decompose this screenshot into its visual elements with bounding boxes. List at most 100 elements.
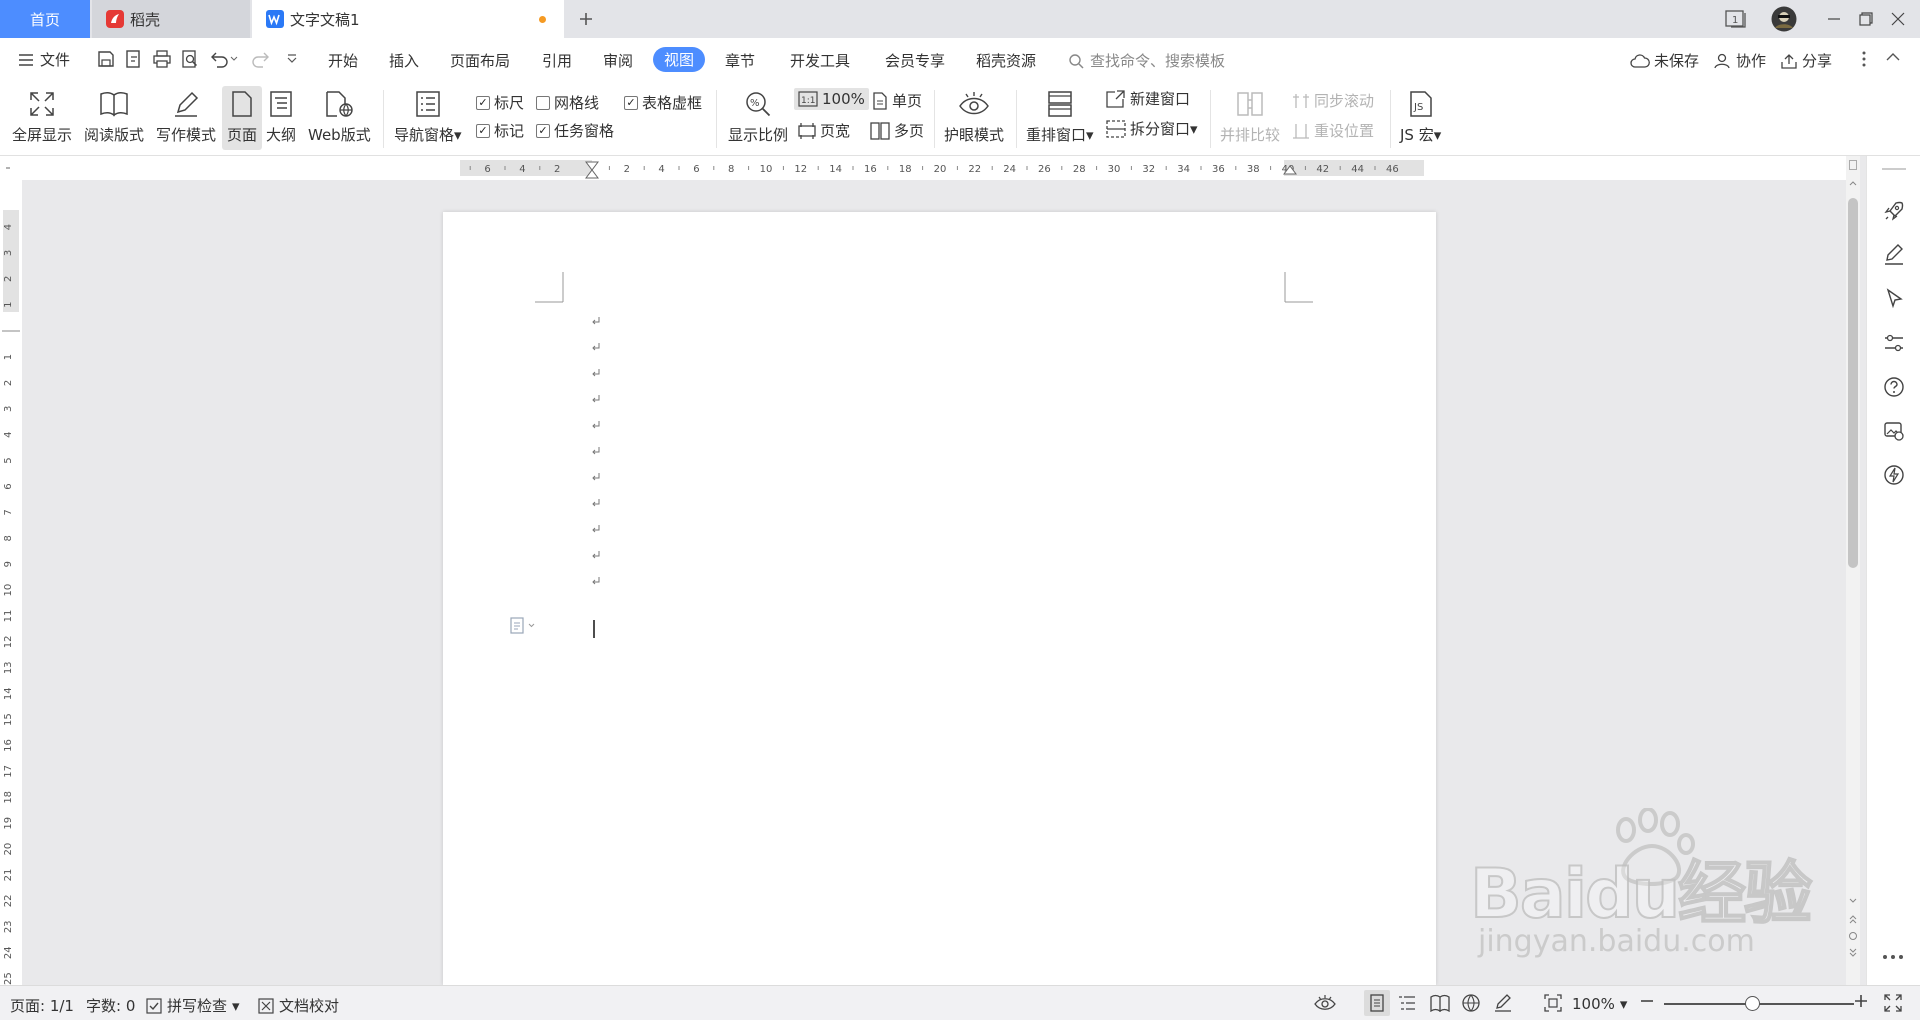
menu-item-developer[interactable]: 开发工具	[790, 50, 850, 71]
print-preview-icon[interactable]	[180, 49, 200, 69]
horizontal-ruler[interactable]: 6422468101214161820222426283032343638404…	[0, 156, 1860, 180]
save-icon[interactable]	[96, 49, 116, 69]
zoom-100-button[interactable]: 1:1 100%	[794, 88, 869, 110]
nav-pane-button[interactable]: 导航窗格▾	[394, 86, 462, 145]
table-gridlines-checkbox[interactable]: ✓ 表格虚框	[624, 92, 702, 113]
reset-position-button[interactable]: 重设位置	[1292, 120, 1374, 141]
export-pdf-icon[interactable]	[124, 49, 144, 69]
lightning-icon[interactable]	[1883, 464, 1905, 486]
adjust-sliders-icon[interactable]	[1883, 332, 1905, 354]
undo-button[interactable]	[210, 49, 238, 69]
collapse-ribbon-icon[interactable]	[1886, 52, 1900, 62]
vertical-scrollbar[interactable]	[1846, 156, 1860, 985]
eye-mode-button[interactable]: 护眼模式	[944, 86, 1004, 145]
marks-checkbox[interactable]: ✓ 标记	[476, 120, 524, 141]
new-tab-button[interactable]	[572, 0, 600, 38]
eye-protection-toggle[interactable]	[1314, 994, 1336, 1012]
tab-daoke[interactable]: 稻壳	[92, 0, 250, 38]
doc-proofread-button[interactable]: 文档校对	[258, 995, 339, 1016]
rocket-icon[interactable]	[1883, 200, 1905, 222]
ruler-tick-label: 25	[3, 972, 14, 985]
scroll-down-icon[interactable]	[1849, 898, 1857, 904]
outline-view-button[interactable]: 大纲	[266, 86, 296, 145]
single-page-button[interactable]: 单页	[872, 90, 922, 111]
reading-layout-label: 阅读版式	[84, 126, 145, 144]
web-layout-button[interactable]: Web版式	[308, 86, 371, 145]
customize-quickaccess-icon[interactable]	[286, 54, 298, 64]
split-handle-icon[interactable]	[1849, 160, 1857, 170]
fit-page-button[interactable]	[1544, 994, 1562, 1012]
close-icon[interactable]	[1886, 6, 1910, 32]
share-button[interactable]: 分享	[1780, 50, 1832, 71]
zoom-button[interactable]: % 显示比例	[728, 86, 788, 145]
more-options-icon[interactable]	[1862, 51, 1866, 67]
tab-home[interactable]: 首页	[0, 0, 90, 38]
ruler-tick-label: 2	[3, 276, 14, 282]
help-icon[interactable]	[1883, 376, 1905, 398]
paste-options-icon[interactable]	[509, 616, 535, 634]
zoom-100-label: 100%	[822, 90, 865, 108]
menu-item-page-layout[interactable]: 页面布局	[450, 50, 510, 71]
zoom-in-button[interactable]	[1854, 994, 1868, 1008]
select-cursor-icon[interactable]	[1883, 288, 1905, 310]
select-browse-object-icon[interactable]	[1849, 932, 1857, 940]
prev-page-icon[interactable]	[1849, 914, 1857, 924]
arrange-windows-button[interactable]: 重排窗口▾	[1026, 86, 1094, 145]
menu-item-chapter[interactable]: 章节	[725, 50, 755, 71]
window-count-icon[interactable]: 1	[1722, 6, 1752, 32]
zoom-level-dropdown[interactable]: 100% ▾	[1572, 995, 1627, 1013]
page-width-button[interactable]: 页宽	[798, 120, 850, 141]
web-view-status-button[interactable]	[1462, 994, 1480, 1012]
ruler-tick-label: 19	[3, 817, 14, 830]
js-macro-button[interactable]: JS JS 宏▾	[1400, 86, 1441, 145]
menu-item-view[interactable]: 视图	[653, 47, 706, 72]
outline-view-status-button[interactable]	[1398, 994, 1416, 1012]
collaborate-button[interactable]: 协作	[1714, 50, 1766, 71]
reading-layout-button[interactable]: 阅读版式	[84, 86, 144, 145]
gridlines-checkbox[interactable]: 网格线	[536, 92, 599, 113]
reading-view-status-button[interactable]	[1430, 994, 1450, 1012]
minimize-icon[interactable]	[1822, 6, 1846, 32]
fullscreen-button[interactable]: 全屏显示	[12, 86, 72, 145]
menu-item-insert[interactable]: 插入	[389, 50, 419, 71]
zoom-out-button[interactable]	[1640, 994, 1654, 1008]
more-tools-icon[interactable]	[1881, 954, 1905, 960]
zoom-slider-thumb[interactable]	[1745, 996, 1760, 1011]
command-search[interactable]: 查找命令、搜索模板	[1068, 50, 1225, 71]
menu-item-references[interactable]: 引用	[542, 50, 572, 71]
scroll-up-icon[interactable]	[1849, 180, 1857, 186]
restore-icon[interactable]	[1854, 6, 1878, 32]
writing-mode-status-button[interactable]	[1494, 994, 1512, 1012]
image-tools-icon[interactable]	[1883, 420, 1905, 442]
file-menu-button[interactable]: 文件	[18, 49, 70, 70]
fullscreen-status-button[interactable]	[1884, 994, 1902, 1012]
print-icon[interactable]	[152, 49, 172, 69]
menu-item-start[interactable]: 开始	[328, 50, 358, 71]
writing-mode-button[interactable]: 写作模式	[156, 86, 216, 145]
scrollbar-thumb[interactable]	[1848, 198, 1858, 568]
vertical-ruler[interactable]: 4 3 2 1 1 2 3 4 5 6 7 8 9 10 11 12 13 14 15 16 17 18 19 20 21 22 2…	[0, 180, 22, 985]
menu-item-member[interactable]: 会员专享	[885, 50, 945, 71]
page-view-button[interactable]: 页面	[222, 86, 262, 150]
page-view-status-button[interactable]	[1364, 990, 1390, 1016]
multi-page-button[interactable]: 多页	[870, 120, 924, 141]
edit-pen-icon[interactable]	[1883, 244, 1905, 266]
redo-icon[interactable]	[250, 49, 270, 69]
avatar[interactable]	[1770, 6, 1798, 32]
document-page[interactable]	[443, 212, 1436, 985]
new-window-button[interactable]: 新建窗口	[1106, 88, 1190, 109]
side-by-side-button[interactable]: 并排比较	[1220, 86, 1280, 145]
page-count[interactable]: 页面: 1/1	[10, 995, 74, 1016]
unsaved-status-button[interactable]: 未保存	[1630, 50, 1699, 71]
task-pane-checkbox[interactable]: ✓ 任务窗格	[536, 120, 614, 141]
next-page-icon[interactable]	[1849, 948, 1857, 958]
hamburger-icon	[19, 53, 33, 66]
spell-check-button[interactable]: 拼写检查 ▾	[146, 995, 240, 1016]
sync-scroll-button[interactable]: 同步滚动	[1292, 90, 1374, 111]
menu-item-daoke-resources[interactable]: 稻壳资源	[976, 50, 1036, 71]
word-count[interactable]: 字数: 0	[86, 995, 135, 1016]
ruler-checkbox[interactable]: ✓ 标尺	[476, 92, 524, 113]
split-window-button[interactable]: 拆分窗口▾	[1106, 118, 1198, 139]
tab-document[interactable]: 文字文稿1	[252, 0, 564, 38]
menu-item-review[interactable]: 审阅	[603, 50, 633, 71]
